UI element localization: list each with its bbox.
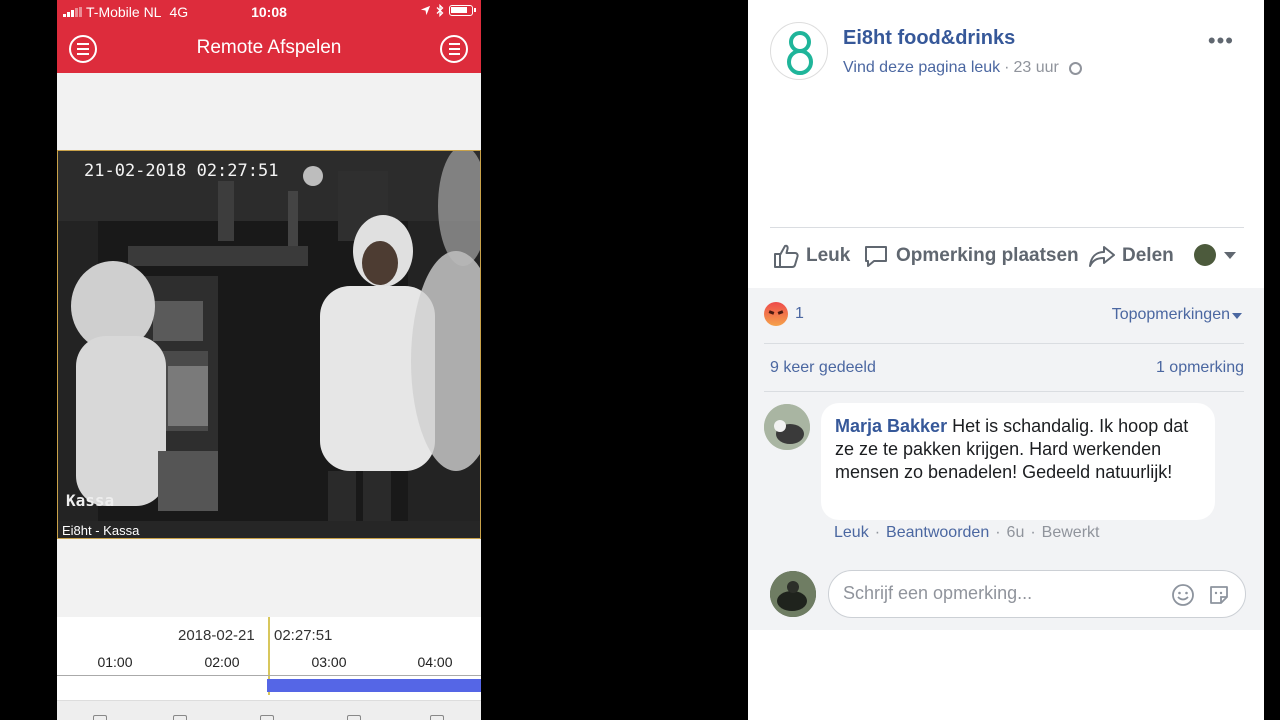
more-options-icon[interactable]: ••• [1208, 28, 1234, 54]
bluetooth-icon [436, 4, 444, 17]
control-icon[interactable] [430, 715, 444, 720]
timeline-axis [57, 675, 481, 676]
playback-controls [57, 700, 481, 720]
timeline-hour-label: 02:00 [204, 654, 240, 670]
avatar [770, 571, 816, 617]
reactions-count[interactable]: 1 [795, 305, 804, 323]
comments-section: 1 Topopmerkingen 9 keer gedeeld 1 opmerk… [748, 288, 1264, 630]
status-icons [420, 4, 476, 17]
divider [764, 343, 1244, 344]
list-icon[interactable] [440, 35, 468, 63]
control-icon[interactable] [347, 715, 361, 720]
recording-segment[interactable] [267, 679, 481, 692]
comment-actions: Leuk · Beantwoorden · 6u · Bewerkt [834, 524, 1099, 542]
chevron-down-icon[interactable] [1232, 313, 1242, 319]
comment-edited: Bewerkt [1041, 524, 1100, 541]
timeline-date: 2018-02-21 [178, 627, 255, 644]
post-actions: Leuk Opmerking plaatsen Delen [748, 235, 1264, 275]
smile-icon[interactable] [1171, 583, 1195, 607]
post-header: Ei8ht food&drinks Vind deze pagina leuk … [748, 0, 1264, 288]
osd-camera-name: Kassa [66, 491, 115, 510]
post-meta: Vind deze pagina leuk · 23 uur [843, 59, 1082, 77]
location-icon [420, 5, 431, 16]
cctv-scene [58, 151, 480, 521]
share-button[interactable]: Delen [1088, 242, 1174, 270]
comment-reply-link[interactable]: Beantwoorden [886, 524, 989, 542]
comment-button[interactable]: Opmerking plaatsen [862, 242, 1079, 270]
app-bar: Remote Afspelen [57, 24, 481, 73]
comment-bubble: Marja Bakker Het is schandalig. Ik hoop … [821, 403, 1215, 520]
timeline-hour-label: 01:00 [97, 654, 133, 670]
viewer-avatar[interactable] [1194, 244, 1216, 266]
thumbs-up-icon [774, 244, 799, 268]
like-label: Leuk [806, 245, 851, 266]
osd-timestamp: 21-02-2018 02:27:51 [84, 161, 279, 181]
comment-age[interactable]: 6u [1007, 524, 1025, 542]
comment-icon [865, 246, 887, 267]
comment-sort-dropdown[interactable]: Topopmerkingen [1112, 306, 1230, 324]
facebook-post: Ei8ht food&drinks Vind deze pagina leuk … [748, 0, 1264, 720]
globe-icon [1068, 61, 1082, 75]
post-time[interactable]: 23 uur [1014, 59, 1059, 77]
status-bar: T-Mobile NL 4G 10:08 [57, 0, 481, 24]
meta-separator: · [1004, 59, 1010, 76]
like-page-link[interactable]: Vind deze pagina leuk [843, 59, 1000, 77]
channel-caption: Ei8ht - Kassa [58, 521, 480, 538]
timeline-hour-label: 04:00 [417, 654, 453, 670]
comment-input[interactable] [843, 583, 1153, 604]
sticker-icon[interactable] [1207, 583, 1231, 607]
phone-screen: T-Mobile NL 4G 10:08 Remote Afspelen 21-… [57, 0, 481, 720]
control-icon[interactable] [93, 715, 107, 720]
share-icon [1089, 246, 1115, 267]
comment-label: Opmerking plaatsen [896, 245, 1079, 266]
separator-dot: · [995, 524, 1001, 541]
shares-count[interactable]: 9 keer gedeeld [770, 359, 876, 377]
avatar[interactable] [764, 404, 810, 450]
comment-like-link[interactable]: Leuk [834, 524, 869, 542]
status-time: 10:08 [251, 4, 287, 20]
chevron-down-icon[interactable] [1224, 252, 1236, 259]
timeline-hour-label: 03:00 [311, 654, 347, 670]
cctv-video-frame[interactable]: 21-02-2018 02:27:51 Kassa Ei8ht - Kassa [57, 150, 481, 539]
control-icon[interactable] [260, 715, 274, 720]
control-icon[interactable] [173, 715, 187, 720]
page-logo[interactable] [770, 22, 828, 80]
page-name-link[interactable]: Ei8ht food&drinks [843, 27, 1015, 50]
comments-count[interactable]: 1 opmerking [1156, 359, 1244, 377]
angry-reaction-icon[interactable] [764, 302, 788, 326]
separator-dot: · [874, 524, 881, 541]
divider [764, 391, 1244, 392]
playback-timeline[interactable]: 2018-02-21 02:27:51 01:00 02:00 03:00 04… [57, 617, 481, 720]
app-title: Remote Afspelen [196, 37, 342, 58]
divider [770, 227, 1244, 228]
timeline-time: 02:27:51 [274, 627, 333, 644]
battery-icon [449, 5, 476, 16]
write-comment-box[interactable] [828, 570, 1246, 618]
separator-dot: · [1030, 524, 1036, 541]
comment-author[interactable]: Marja Bakker [835, 416, 947, 436]
like-button[interactable]: Leuk [772, 242, 850, 270]
share-label: Delen [1122, 245, 1174, 266]
